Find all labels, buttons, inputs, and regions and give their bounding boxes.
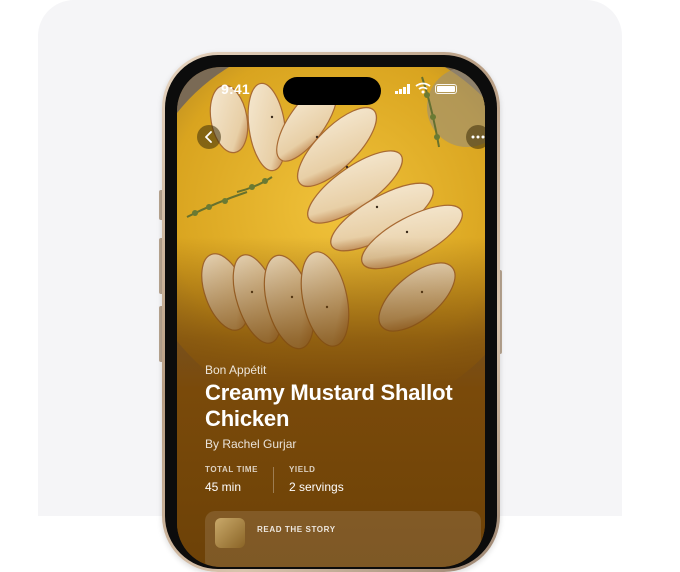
stat-value: 45 min — [205, 480, 242, 494]
recipe-header: Bon Appétit Creamy Mustard Shallot Chick… — [205, 363, 465, 451]
recipe-author: By Rachel Gurjar — [205, 437, 297, 451]
story-thumbnail — [215, 518, 245, 548]
iphone-frame: 9:41 Bon Appétit Creamy Mustard Shallot … — [162, 52, 500, 572]
recipe-title: Creamy Mustard Shallot Chicken — [205, 380, 465, 432]
stat-yield: YIELD 2 servings — [289, 465, 344, 494]
stat-label: YIELD — [289, 465, 316, 474]
ellipsis-icon — [471, 135, 485, 139]
back-button[interactable] — [197, 125, 221, 149]
stat-total-time: TOTAL TIME 45 min — [205, 465, 258, 494]
status-time: 9:41 — [221, 81, 250, 97]
more-options-button[interactable] — [466, 125, 485, 149]
battery-icon — [435, 84, 457, 94]
read-story-card[interactable]: READ THE STORY — [205, 511, 481, 567]
stat-value: 2 servings — [289, 480, 344, 494]
recipe-title-line-2: Chicken — [205, 406, 290, 431]
status-bar: 9:41 — [177, 67, 485, 107]
stat-label: TOTAL TIME — [205, 465, 259, 474]
recipe-title-line-1: Creamy Mustard Shallot — [205, 380, 453, 405]
stat-divider — [273, 467, 274, 493]
recipe-screen: 9:41 Bon Appétit Creamy Mustard Shallot … — [177, 67, 485, 567]
story-label: READ THE STORY — [257, 525, 336, 534]
cellular-signal-icon — [395, 84, 410, 94]
recipe-publisher: Bon Appétit — [205, 363, 267, 377]
chevron-left-icon — [205, 131, 212, 143]
phone-bezel: 9:41 Bon Appétit Creamy Mustard Shallot … — [165, 55, 497, 569]
recipe-stats: TOTAL TIME 45 min YIELD 2 servings — [205, 465, 465, 497]
dynamic-island — [283, 77, 381, 105]
wifi-icon — [415, 82, 431, 94]
